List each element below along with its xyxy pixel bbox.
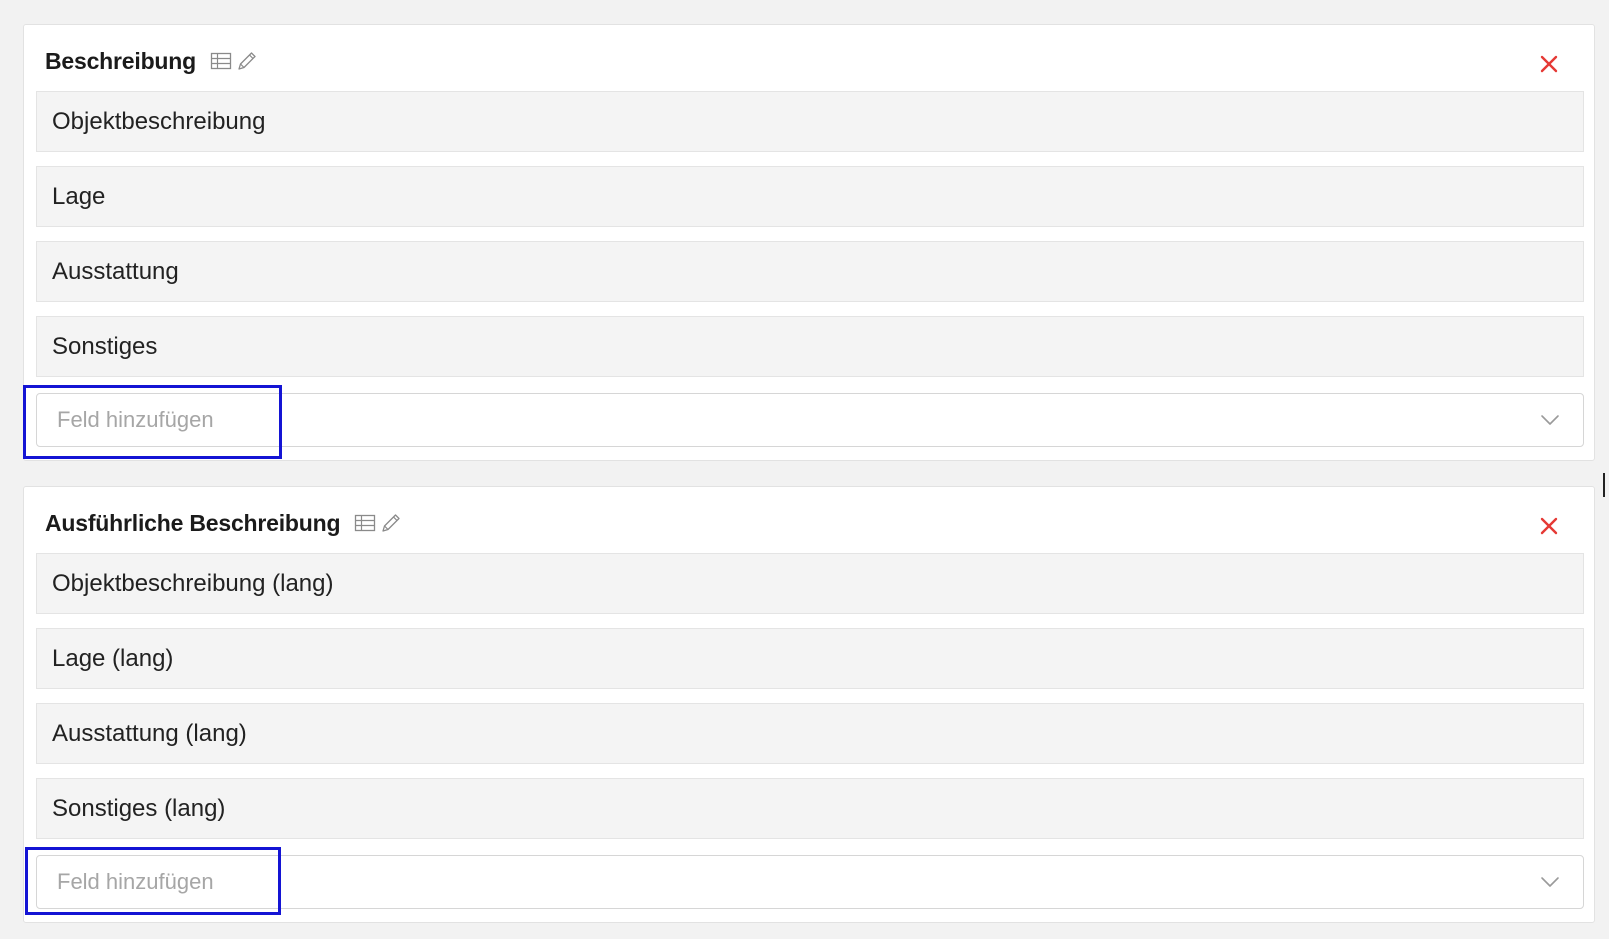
field-item[interactable]: Lage [36,166,1584,227]
add-field-placeholder: Feld hinzufügen [57,869,214,894]
section-title: Beschreibung [45,47,196,74]
field-list: Objektbeschreibung (lang) Lage (lang) Au… [36,553,1584,853]
field-item[interactable]: Objektbeschreibung (lang) [36,553,1584,614]
table-icon[interactable] [210,51,232,71]
text-cursor [1603,473,1605,497]
field-item[interactable]: Lage (lang) [36,628,1584,689]
section-header: Ausführliche Beschreibung [45,508,402,538]
section-card-ausfuehrliche-beschreibung: Ausführliche Beschreibung Objektbeschrei… [23,486,1595,923]
field-list: Objektbeschreibung Lage Ausstattung Sons… [36,91,1584,391]
section-header: Beschreibung [45,46,258,76]
add-field-placeholder: Feld hinzufügen [57,407,214,432]
chevron-down-icon [1539,871,1561,893]
pencil-icon[interactable] [380,512,402,534]
field-item[interactable]: Ausstattung [36,241,1584,302]
field-item[interactable]: Sonstiges (lang) [36,778,1584,839]
chevron-down-icon [1539,409,1561,431]
field-item[interactable]: Ausstattung (lang) [36,703,1584,764]
field-item[interactable]: Objektbeschreibung [36,91,1584,152]
add-field-select[interactable]: Feld hinzufügen [36,393,1584,447]
section-title: Ausführliche Beschreibung [45,509,341,536]
close-icon [1538,515,1560,537]
pencil-icon[interactable] [236,50,258,72]
remove-section-button[interactable] [1538,515,1560,537]
section-card-beschreibung: Beschreibung Objektbeschreibung Lage Aus… [23,24,1595,461]
close-icon [1538,53,1560,75]
add-field-select[interactable]: Feld hinzufügen [36,855,1584,909]
remove-section-button[interactable] [1538,53,1560,75]
field-item[interactable]: Sonstiges [36,316,1584,377]
table-icon[interactable] [354,513,376,533]
